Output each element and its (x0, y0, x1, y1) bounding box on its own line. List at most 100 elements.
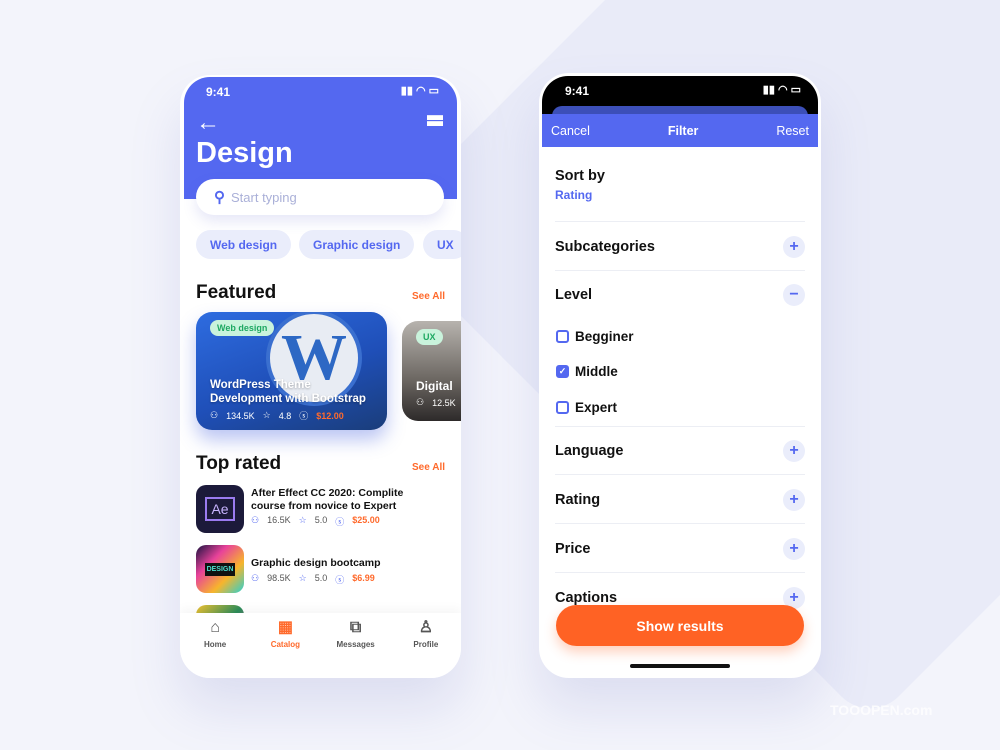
back-arrow-icon[interactable]: ← (196, 109, 220, 137)
checkbox-checked-icon: ✓ (556, 365, 569, 378)
students-icon: ⚇ (210, 410, 219, 420)
plus-icon[interactable]: + (783, 537, 805, 560)
list-item[interactable]: Ae After Effect CC 2020: Complite course … (196, 485, 446, 535)
search-icon: ⚲ (214, 189, 225, 206)
students-icon: ⚇ (416, 397, 425, 407)
price-icon: ⓢ (299, 411, 309, 421)
price-icon: ⓢ (335, 575, 345, 585)
section-price[interactable]: Price + (555, 525, 805, 573)
search-placeholder: Start typing (231, 189, 297, 205)
card-tag: Web design (210, 320, 275, 336)
grid-icon: ▦ (277, 619, 293, 636)
students-icon: ⚇ (251, 573, 260, 583)
featured-card-2[interactable]: UX Digital ⚇ 12.5K (402, 321, 461, 421)
card-title-line1: WordPress Theme (210, 379, 311, 391)
chip-web-design[interactable]: Web design (196, 230, 292, 259)
user-icon: ♙ (418, 619, 434, 636)
thumb-text: DESIGN (204, 562, 236, 576)
status-time: 9:41 (565, 84, 590, 98)
watermark: TOOOPEN.com (830, 702, 933, 718)
cancel-button[interactable]: Cancel (551, 124, 590, 138)
checkbox-icon (556, 401, 569, 414)
nav-messages[interactable]: ⧉ Messages (321, 613, 391, 678)
nav-home[interactable]: ⌂ Home (180, 613, 250, 678)
checkbox-label: Middle (575, 364, 618, 379)
section-label: Price (555, 540, 591, 557)
item-students: 16.5K (267, 515, 291, 525)
section-subcategories[interactable]: Subcategories + (555, 223, 805, 271)
top-rated-heading: Top rated (196, 453, 282, 474)
nav-label: Home (204, 640, 227, 649)
section-label: Level (555, 287, 593, 303)
list-item[interactable]: DESIGN Graphic design bootcamp ⚇ 98.5K ☆ 5.… (196, 545, 446, 595)
plus-icon[interactable]: + (783, 235, 805, 258)
reset-button[interactable]: Reset (776, 124, 809, 138)
item-price: $25.00 (352, 515, 380, 525)
section-label: Language (555, 442, 624, 459)
sort-by-label: Sort by (555, 168, 605, 184)
sort-by-row[interactable]: Sort by Rating (555, 168, 805, 222)
section-label: Subcategories (555, 238, 655, 255)
section-label: Captions (555, 590, 618, 606)
item-price: $6.99 (352, 573, 375, 583)
status-icons: ▮▮ ◠ ▭ (762, 84, 801, 96)
section-rating[interactable]: Rating + (555, 476, 805, 524)
checkbox-expert[interactable]: Expert (556, 400, 617, 415)
section-label: Rating (555, 491, 601, 508)
home-icon: ⌂ (210, 619, 220, 636)
card-rating: 4.8 (278, 410, 292, 421)
minus-icon[interactable]: − (783, 284, 805, 306)
featured-see-all[interactable]: See All (412, 291, 445, 302)
checkbox-middle[interactable]: ✓ Middle (556, 364, 618, 379)
card-students: 12.5K (432, 397, 456, 408)
card-title: Digital (416, 379, 453, 393)
thumb-text: Ae (205, 497, 235, 521)
card-price: $12.00 (316, 410, 344, 421)
item-title-line2: course from novice to Expert (251, 500, 397, 512)
chip-ux[interactable]: UX (423, 230, 461, 259)
item-rating: 5.0 (314, 515, 328, 525)
search-input[interactable]: ⚲ Start typing (196, 179, 444, 215)
filter-icon[interactable]: ▬ ▬ (427, 108, 443, 130)
item-rating: 5.0 (314, 573, 328, 583)
catalog-screen: 9:41 ▮▮ ◠ ▭ ← ▬ ▬ Design ⚲ Start typing We… (180, 75, 461, 678)
students-icon: ⚇ (251, 515, 260, 525)
card-title-line2: Development with Bootstrap (210, 393, 366, 405)
price-icon: ⓢ (335, 517, 345, 527)
filter-screen: 9:41 ▮▮ ◠ ▭ Cancel Filter Reset Sort by … (539, 73, 821, 678)
card-students: 134.5K (226, 410, 255, 421)
top-rated-see-all[interactable]: See All (412, 462, 445, 473)
filter-header: Cancel Filter Reset (542, 114, 818, 147)
item-title: Graphic design bootcamp (251, 557, 381, 569)
item-students: 98.5K (267, 573, 291, 583)
plus-icon[interactable]: + (783, 439, 805, 462)
nav-catalog[interactable]: ▦ Catalog (250, 613, 320, 678)
star-icon: ☆ (298, 573, 307, 583)
star-icon: ☆ (298, 515, 307, 525)
plus-icon[interactable]: + (783, 488, 805, 511)
section-level[interactable]: Level − (555, 271, 805, 319)
bottom-nav: ⌂ Home ▦ Catalog ⧉ Messages ♙ Profile (180, 613, 461, 678)
featured-heading: Featured (196, 282, 277, 303)
nav-label: Profile (413, 640, 439, 649)
checkbox-begginer[interactable]: Begginer (556, 329, 634, 344)
status-time: 9:41 (206, 85, 231, 99)
nav-label: Catalog (270, 640, 301, 649)
sort-by-value: Rating (555, 188, 593, 202)
status-icons: ▮▮ ◠ ▭ (400, 85, 439, 97)
filter-title: Filter (667, 123, 699, 138)
checkbox-label: Begginer (575, 329, 634, 344)
chip-graphic-design[interactable]: Graphic design (299, 230, 415, 259)
nav-profile[interactable]: ♙ Profile (391, 613, 461, 678)
nav-label: Messages (336, 640, 375, 649)
show-results-button[interactable]: Show results (556, 605, 804, 646)
item-title-line1: After Effect CC 2020: Complite (251, 487, 404, 499)
card-tag: UX (416, 329, 443, 345)
star-icon: ☆ (262, 410, 271, 420)
home-indicator (630, 664, 730, 668)
section-language[interactable]: Language + (555, 427, 805, 475)
checkbox-label: Expert (575, 400, 618, 415)
featured-card[interactable]: W Web design WordPress Theme Development … (196, 312, 387, 430)
chat-icon: ⧉ (349, 619, 362, 636)
page-title: Design (196, 137, 293, 169)
